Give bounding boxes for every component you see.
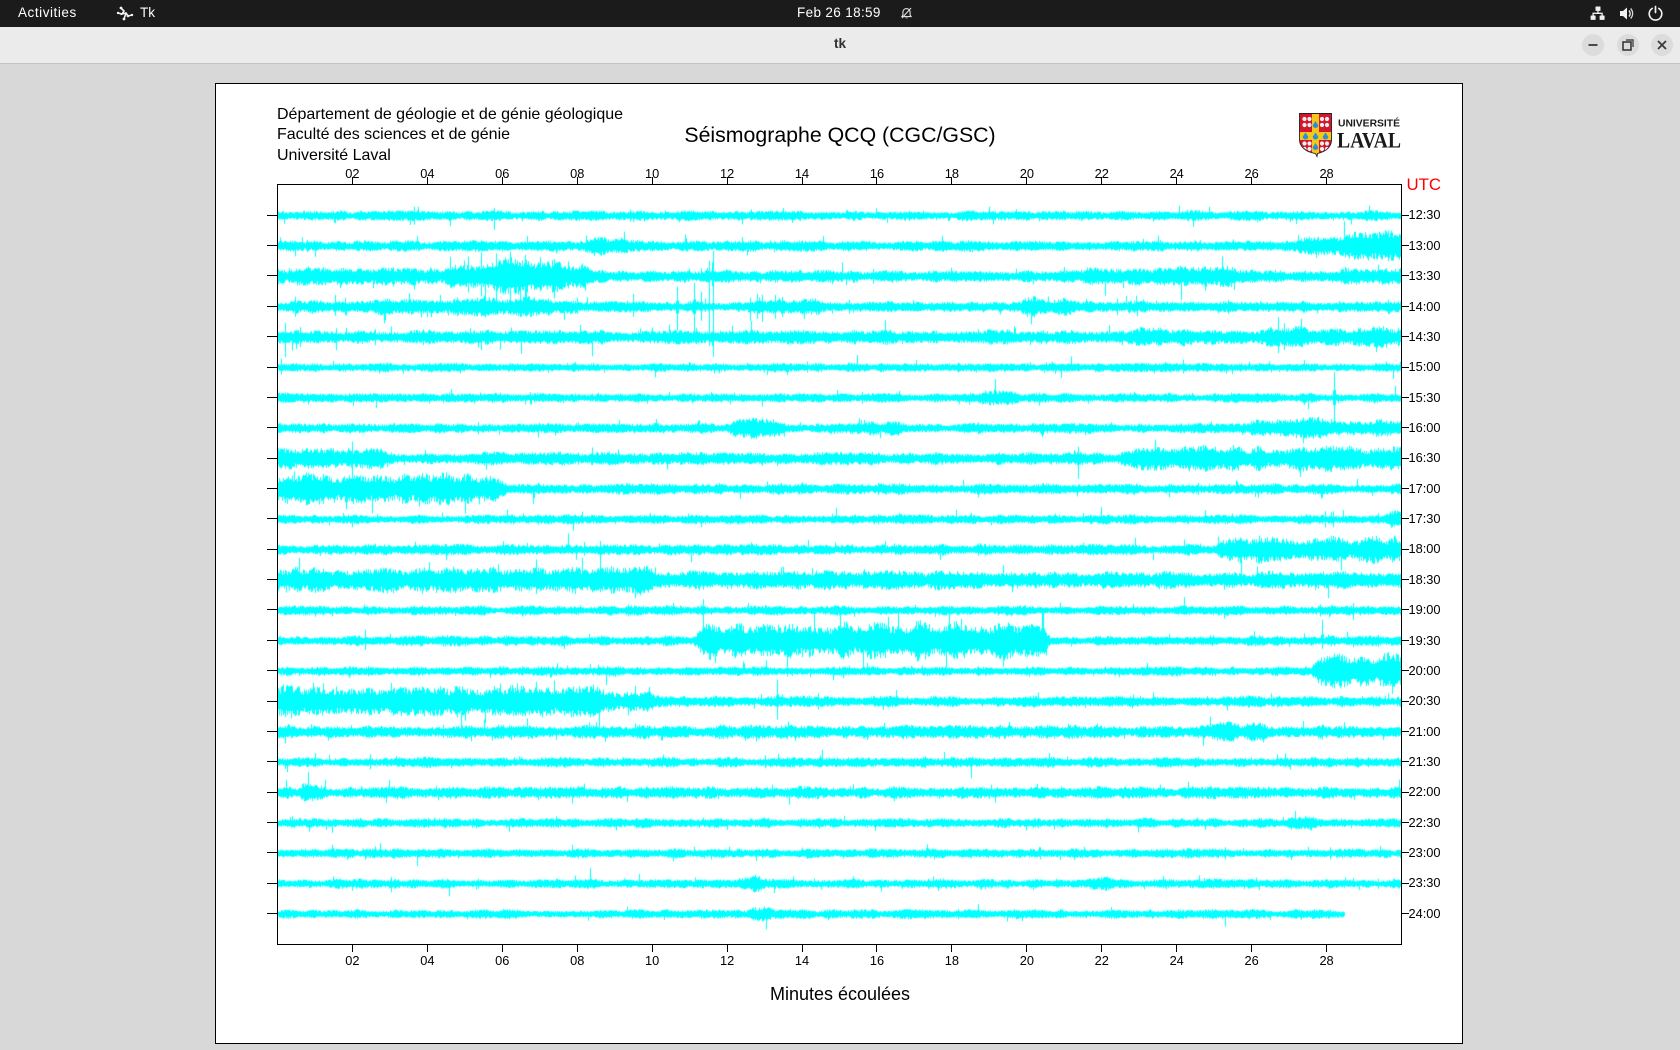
svg-text:LAVAL: LAVAL	[1337, 128, 1401, 153]
